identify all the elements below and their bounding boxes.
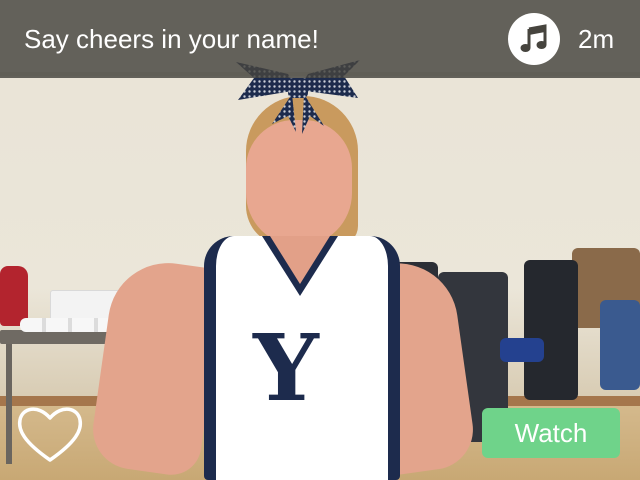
app-screen: Y Say cheers in your name! 2m Watch: [0, 0, 640, 480]
table-leg: [6, 344, 12, 464]
elapsed-time: 2m: [578, 24, 615, 54]
heart-outline-icon: [17, 407, 83, 462]
red-bag: [0, 266, 28, 326]
blue-chair-seat: [500, 338, 544, 362]
like-button[interactable]: [14, 402, 86, 466]
music-button[interactable]: [508, 13, 560, 65]
watch-button[interactable]: Watch: [482, 408, 620, 458]
music-note-icon: [520, 24, 547, 52]
uniform-letter: Y: [253, 314, 319, 422]
stacked-chairs-blue: [600, 300, 640, 390]
folding-chair: [524, 260, 578, 400]
prompt-title: Say cheers in your name!: [24, 24, 319, 54]
prompt-header-bar: Say cheers in your name! 2m: [0, 0, 640, 78]
uniform-neckline: [270, 236, 330, 284]
